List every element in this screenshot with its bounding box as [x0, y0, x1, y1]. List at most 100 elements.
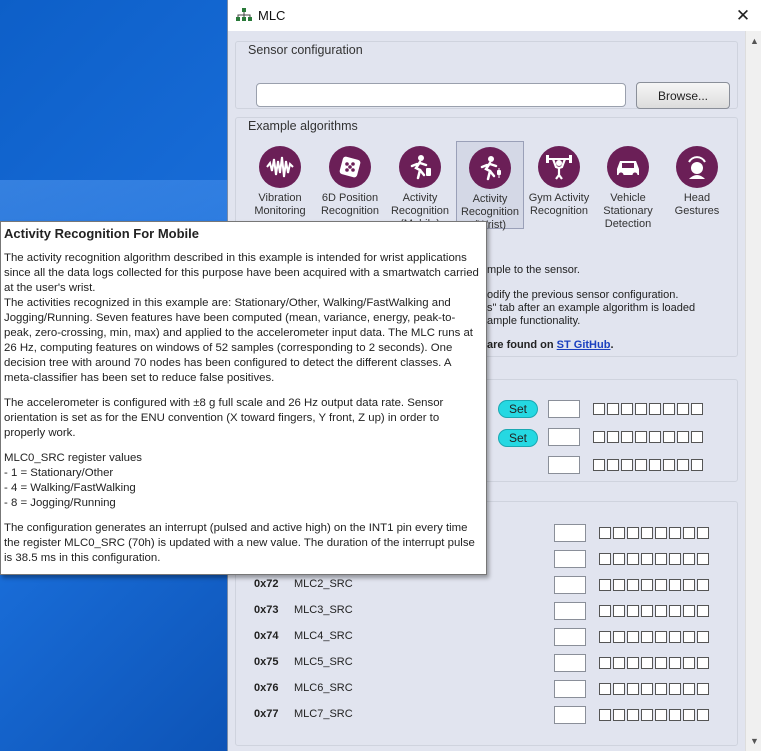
- bit-checkbox[interactable]: [683, 657, 695, 669]
- bit-checkbox[interactable]: [663, 459, 675, 471]
- algo-head-gestures[interactable]: Head Gestures: [663, 141, 731, 218]
- register-value-4[interactable]: [554, 628, 586, 646]
- bit-checkbox[interactable]: [599, 553, 611, 565]
- bit-checkbox[interactable]: [613, 709, 625, 721]
- bit-checkbox[interactable]: [677, 403, 689, 415]
- bit-checkbox[interactable]: [655, 631, 667, 643]
- bit-checkbox[interactable]: [635, 459, 647, 471]
- bit-checkbox[interactable]: [621, 403, 633, 415]
- bit-checkbox[interactable]: [641, 579, 653, 591]
- bit-checkbox[interactable]: [613, 657, 625, 669]
- bit-checkbox[interactable]: [599, 527, 611, 539]
- bit-checkbox[interactable]: [599, 709, 611, 721]
- bit-checkbox[interactable]: [593, 431, 605, 443]
- bit-checkbox[interactable]: [683, 683, 695, 695]
- bit-checkbox[interactable]: [641, 605, 653, 617]
- bit-checkbox[interactable]: [663, 403, 675, 415]
- bit-checkbox[interactable]: [641, 527, 653, 539]
- bit-checkbox[interactable]: [669, 631, 681, 643]
- bit-checkbox[interactable]: [607, 431, 619, 443]
- bit-checkbox[interactable]: [627, 553, 639, 565]
- title-bar[interactable]: MLC ✕: [228, 0, 761, 31]
- bit-checkbox[interactable]: [613, 605, 625, 617]
- bit-checkbox[interactable]: [627, 631, 639, 643]
- bit-checkbox[interactable]: [599, 657, 611, 669]
- bit-checkbox[interactable]: [697, 709, 709, 721]
- bit-checkbox[interactable]: [655, 553, 667, 565]
- algo-activity-wrist[interactable]: Activity Recognition (Wrist): [456, 141, 524, 231]
- bit-checkbox[interactable]: [649, 431, 661, 443]
- bit-checkbox[interactable]: [613, 631, 625, 643]
- bit-checkbox[interactable]: [697, 605, 709, 617]
- bit-checkbox[interactable]: [627, 657, 639, 669]
- scroll-down-arrow-icon[interactable]: ▼: [747, 733, 761, 749]
- value-field-2[interactable]: [548, 428, 580, 446]
- register-value-5[interactable]: [554, 654, 586, 672]
- bit-checkbox[interactable]: [669, 657, 681, 669]
- bit-checkbox[interactable]: [593, 459, 605, 471]
- bit-checkbox[interactable]: [599, 579, 611, 591]
- register-value-3[interactable]: [554, 602, 586, 620]
- config-path-input[interactable]: [256, 83, 626, 107]
- bit-checkbox[interactable]: [697, 657, 709, 669]
- bit-checkbox[interactable]: [613, 579, 625, 591]
- bit-checkbox[interactable]: [669, 579, 681, 591]
- bit-checkbox[interactable]: [683, 553, 695, 565]
- bit-checkbox[interactable]: [691, 403, 703, 415]
- bit-checkbox[interactable]: [697, 631, 709, 643]
- set-button-1[interactable]: Set: [498, 400, 538, 418]
- register-value-1[interactable]: [554, 550, 586, 568]
- register-value-0[interactable]: [554, 524, 586, 542]
- bit-checkbox[interactable]: [607, 459, 619, 471]
- algo-vehicle-stationary[interactable]: Vehicle Stationary Detection: [594, 141, 662, 231]
- bit-checkbox[interactable]: [677, 431, 689, 443]
- bit-checkbox[interactable]: [641, 553, 653, 565]
- bit-checkbox[interactable]: [697, 579, 709, 591]
- bit-checkbox[interactable]: [627, 605, 639, 617]
- vertical-scrollbar[interactable]: ▲ ▼: [745, 31, 761, 751]
- bit-checkbox[interactable]: [677, 459, 689, 471]
- register-value-6[interactable]: [554, 680, 586, 698]
- set-button-2[interactable]: Set: [498, 429, 538, 447]
- algo-vibration-monitoring[interactable]: Vibration Monitoring: [246, 141, 314, 218]
- bit-checkbox[interactable]: [627, 527, 639, 539]
- bit-checkbox[interactable]: [599, 631, 611, 643]
- bit-checkbox[interactable]: [655, 683, 667, 695]
- bit-checkbox[interactable]: [613, 683, 625, 695]
- bit-checkbox[interactable]: [697, 553, 709, 565]
- bit-checkbox[interactable]: [655, 657, 667, 669]
- bit-checkbox[interactable]: [621, 431, 633, 443]
- bit-checkbox[interactable]: [635, 403, 647, 415]
- value-field-1[interactable]: [548, 400, 580, 418]
- bit-checkbox[interactable]: [593, 403, 605, 415]
- register-value-2[interactable]: [554, 576, 586, 594]
- st-github-link[interactable]: ST GitHub: [557, 339, 611, 351]
- bit-checkbox[interactable]: [641, 631, 653, 643]
- bit-checkbox[interactable]: [599, 605, 611, 617]
- bit-checkbox[interactable]: [613, 527, 625, 539]
- scroll-up-arrow-icon[interactable]: ▲: [747, 33, 761, 49]
- bit-checkbox[interactable]: [683, 527, 695, 539]
- bit-checkbox[interactable]: [669, 709, 681, 721]
- bit-checkbox[interactable]: [655, 709, 667, 721]
- bit-checkbox[interactable]: [669, 605, 681, 617]
- value-field-3[interactable]: [548, 456, 580, 474]
- bit-checkbox[interactable]: [627, 709, 639, 721]
- bit-checkbox[interactable]: [621, 459, 633, 471]
- bit-checkbox[interactable]: [627, 683, 639, 695]
- bit-checkbox[interactable]: [669, 553, 681, 565]
- bit-checkbox[interactable]: [697, 527, 709, 539]
- bit-checkbox[interactable]: [635, 431, 647, 443]
- bit-checkbox[interactable]: [649, 403, 661, 415]
- bit-checkbox[interactable]: [641, 709, 653, 721]
- bit-checkbox[interactable]: [649, 459, 661, 471]
- bit-checkbox[interactable]: [669, 683, 681, 695]
- bit-checkbox[interactable]: [683, 605, 695, 617]
- bit-checkbox[interactable]: [663, 431, 675, 443]
- algo-activity-mobile[interactable]: Activity Recognition (Mobile): [386, 141, 454, 231]
- bit-checkbox[interactable]: [683, 579, 695, 591]
- close-button[interactable]: ✕: [724, 0, 761, 31]
- register-value-7[interactable]: [554, 706, 586, 724]
- bit-checkbox[interactable]: [655, 527, 667, 539]
- bit-checkbox[interactable]: [669, 527, 681, 539]
